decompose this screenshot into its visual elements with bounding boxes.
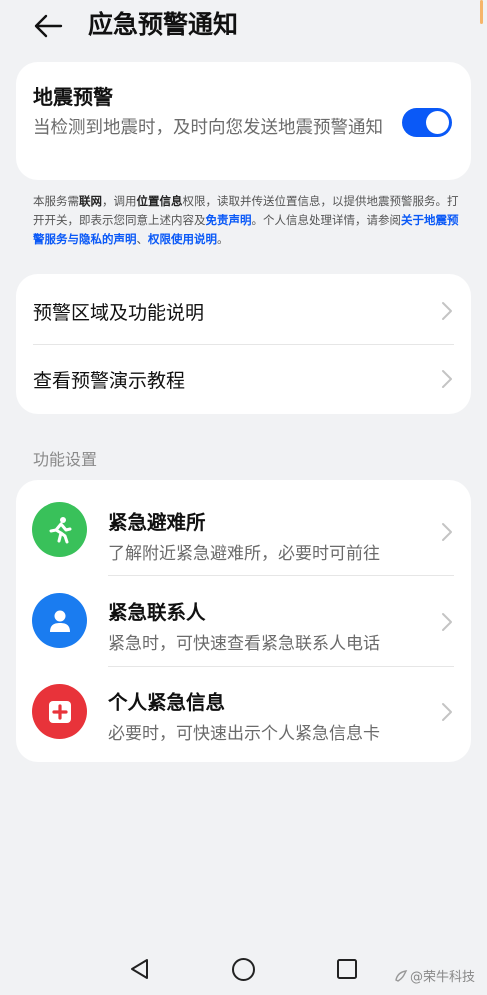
feature-emergency-contacts[interactable]: 紧急联系人 紧急时，可快速查看紧急联系人电话: [16, 575, 471, 667]
disclaimer-link[interactable]: 免责声明: [206, 213, 252, 227]
running-person-icon: [32, 502, 87, 557]
arrow-left-icon: [34, 14, 63, 38]
feature-description: 了解附近紧急避难所，必要时可前往: [108, 544, 380, 564]
toggle-knob: [426, 111, 449, 134]
notice-bold-location: 位置信息: [136, 194, 183, 208]
earthquake-alert-toggle[interactable]: [402, 108, 452, 137]
notice-bold-network: 联网: [79, 194, 102, 208]
medical-cross-icon: [32, 684, 87, 739]
feature-title: 个人紧急信息: [108, 691, 226, 714]
row-label: 查看预警演示教程: [33, 369, 186, 392]
notice-text-6: 。: [217, 232, 229, 246]
info-card: 预警区域及功能说明 查看预警演示教程: [16, 274, 471, 414]
chevron-right-icon: [442, 613, 452, 631]
notice-text-1: 本服务需: [33, 194, 79, 208]
back-button[interactable]: [28, 8, 68, 44]
watermark: @荣牛科技: [394, 966, 475, 985]
section-label-function-settings: 功能设置: [33, 450, 98, 469]
contact-person-icon: [32, 593, 87, 648]
chevron-right-icon: [442, 703, 452, 721]
feature-title: 紧急避难所: [108, 511, 206, 534]
row-alert-area-info[interactable]: 预警区域及功能说明: [16, 276, 471, 346]
notice-text-2: ，调用: [102, 194, 137, 208]
feature-title: 紧急联系人: [108, 601, 206, 624]
recents-square-icon[interactable]: [336, 958, 358, 980]
row-label: 预警区域及功能说明: [33, 301, 205, 324]
row-demo-tutorial[interactable]: 查看预警演示教程: [16, 344, 471, 414]
function-settings-card: 紧急避难所 了解附近紧急避难所，必要时可前往 紧急联系人 紧急时，可快速查看紧急…: [16, 480, 471, 762]
permission-usage-link[interactable]: 权限使用说明: [148, 232, 217, 246]
notice-text-4: 。个人信息处理详情，请参阅: [251, 213, 402, 227]
feature-description: 必要时，可快速出示个人紧急信息卡: [108, 724, 380, 744]
feature-description: 紧急时，可快速查看紧急联系人电话: [108, 634, 380, 654]
home-circle-icon[interactable]: [231, 957, 256, 982]
back-triangle-icon[interactable]: [128, 957, 152, 981]
feature-emergency-shelter[interactable]: 紧急避难所 了解附近紧急避难所，必要时可前往: [16, 484, 471, 576]
feature-personal-emergency-info[interactable]: 个人紧急信息 必要时，可快速出示个人紧急信息卡: [16, 666, 471, 758]
header: 应急预警通知: [0, 0, 487, 52]
watermark-logo-icon: [395, 969, 408, 982]
chevron-right-icon: [442, 370, 452, 388]
earthquake-description: 当检测到地震时，及时向您发送地震预警通知: [33, 118, 383, 138]
earthquake-title: 地震预警: [33, 85, 113, 109]
earthquake-card: 地震预警 当检测到地震时，及时向您发送地震预警通知: [16, 62, 471, 180]
chevron-right-icon: [442, 302, 452, 320]
watermark-text: @荣牛科技: [410, 970, 476, 985]
chevron-right-icon: [442, 523, 452, 541]
privacy-notice: 本服务需联网，调用位置信息权限，读取并传送位置信息，以提供地震预警服务。打开开关…: [33, 192, 463, 249]
notice-text-5: 、: [136, 232, 149, 246]
page-title: 应急预警通知: [88, 10, 239, 39]
